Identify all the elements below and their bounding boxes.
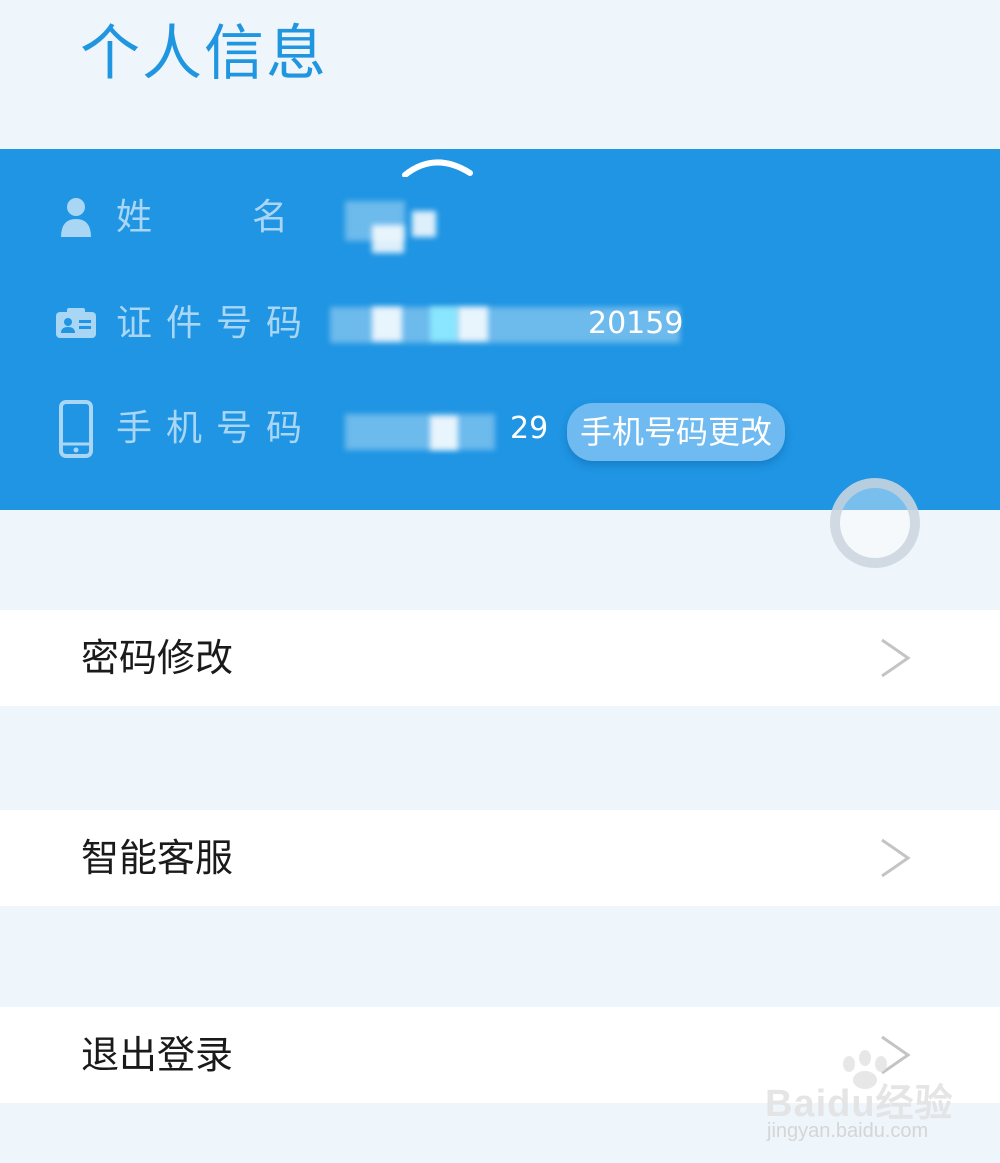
menu-item-label: 退出登录: [81, 1033, 234, 1077]
profile-info-panel: 姓名 证件号码 20159 手机号码 29: [0, 149, 1000, 510]
watermark-url: jingyan.baidu.com: [767, 1120, 929, 1142]
menu-item-password-change[interactable]: 密码修改: [0, 610, 1000, 706]
phone-value-partial: 29: [510, 411, 549, 446]
page-title: 个人信息: [80, 19, 328, 89]
phone-row: 手机号码 29: [0, 394, 1000, 464]
id-number-value-partial: 20159: [588, 306, 684, 341]
menu-item-label: 密码修改: [81, 636, 234, 680]
id-card-icon: [52, 289, 100, 359]
change-phone-button[interactable]: 手机号码更改: [567, 403, 785, 461]
person-icon: [52, 183, 100, 253]
menu-item-label: 智能客服: [81, 836, 234, 880]
phone-label: 手机号码: [116, 408, 317, 449]
chevron-right-icon: [881, 638, 911, 678]
avatar-arc: [402, 159, 473, 177]
name-label: 姓名: [116, 197, 289, 238]
touch-indicator: [830, 478, 920, 568]
chevron-right-icon: [881, 838, 911, 878]
id-number-label: 证件号码: [116, 303, 317, 344]
phone-icon: [52, 394, 100, 464]
baidu-watermark: Baidu经验 jingyan.baidu.com: [765, 1050, 965, 1150]
name-row: 姓名: [0, 183, 1000, 253]
watermark-brand: Baidu经验: [765, 1083, 954, 1125]
menu-item-smart-customer-service[interactable]: 智能客服: [0, 810, 1000, 906]
id-number-row: 证件号码 20159: [0, 289, 1000, 359]
